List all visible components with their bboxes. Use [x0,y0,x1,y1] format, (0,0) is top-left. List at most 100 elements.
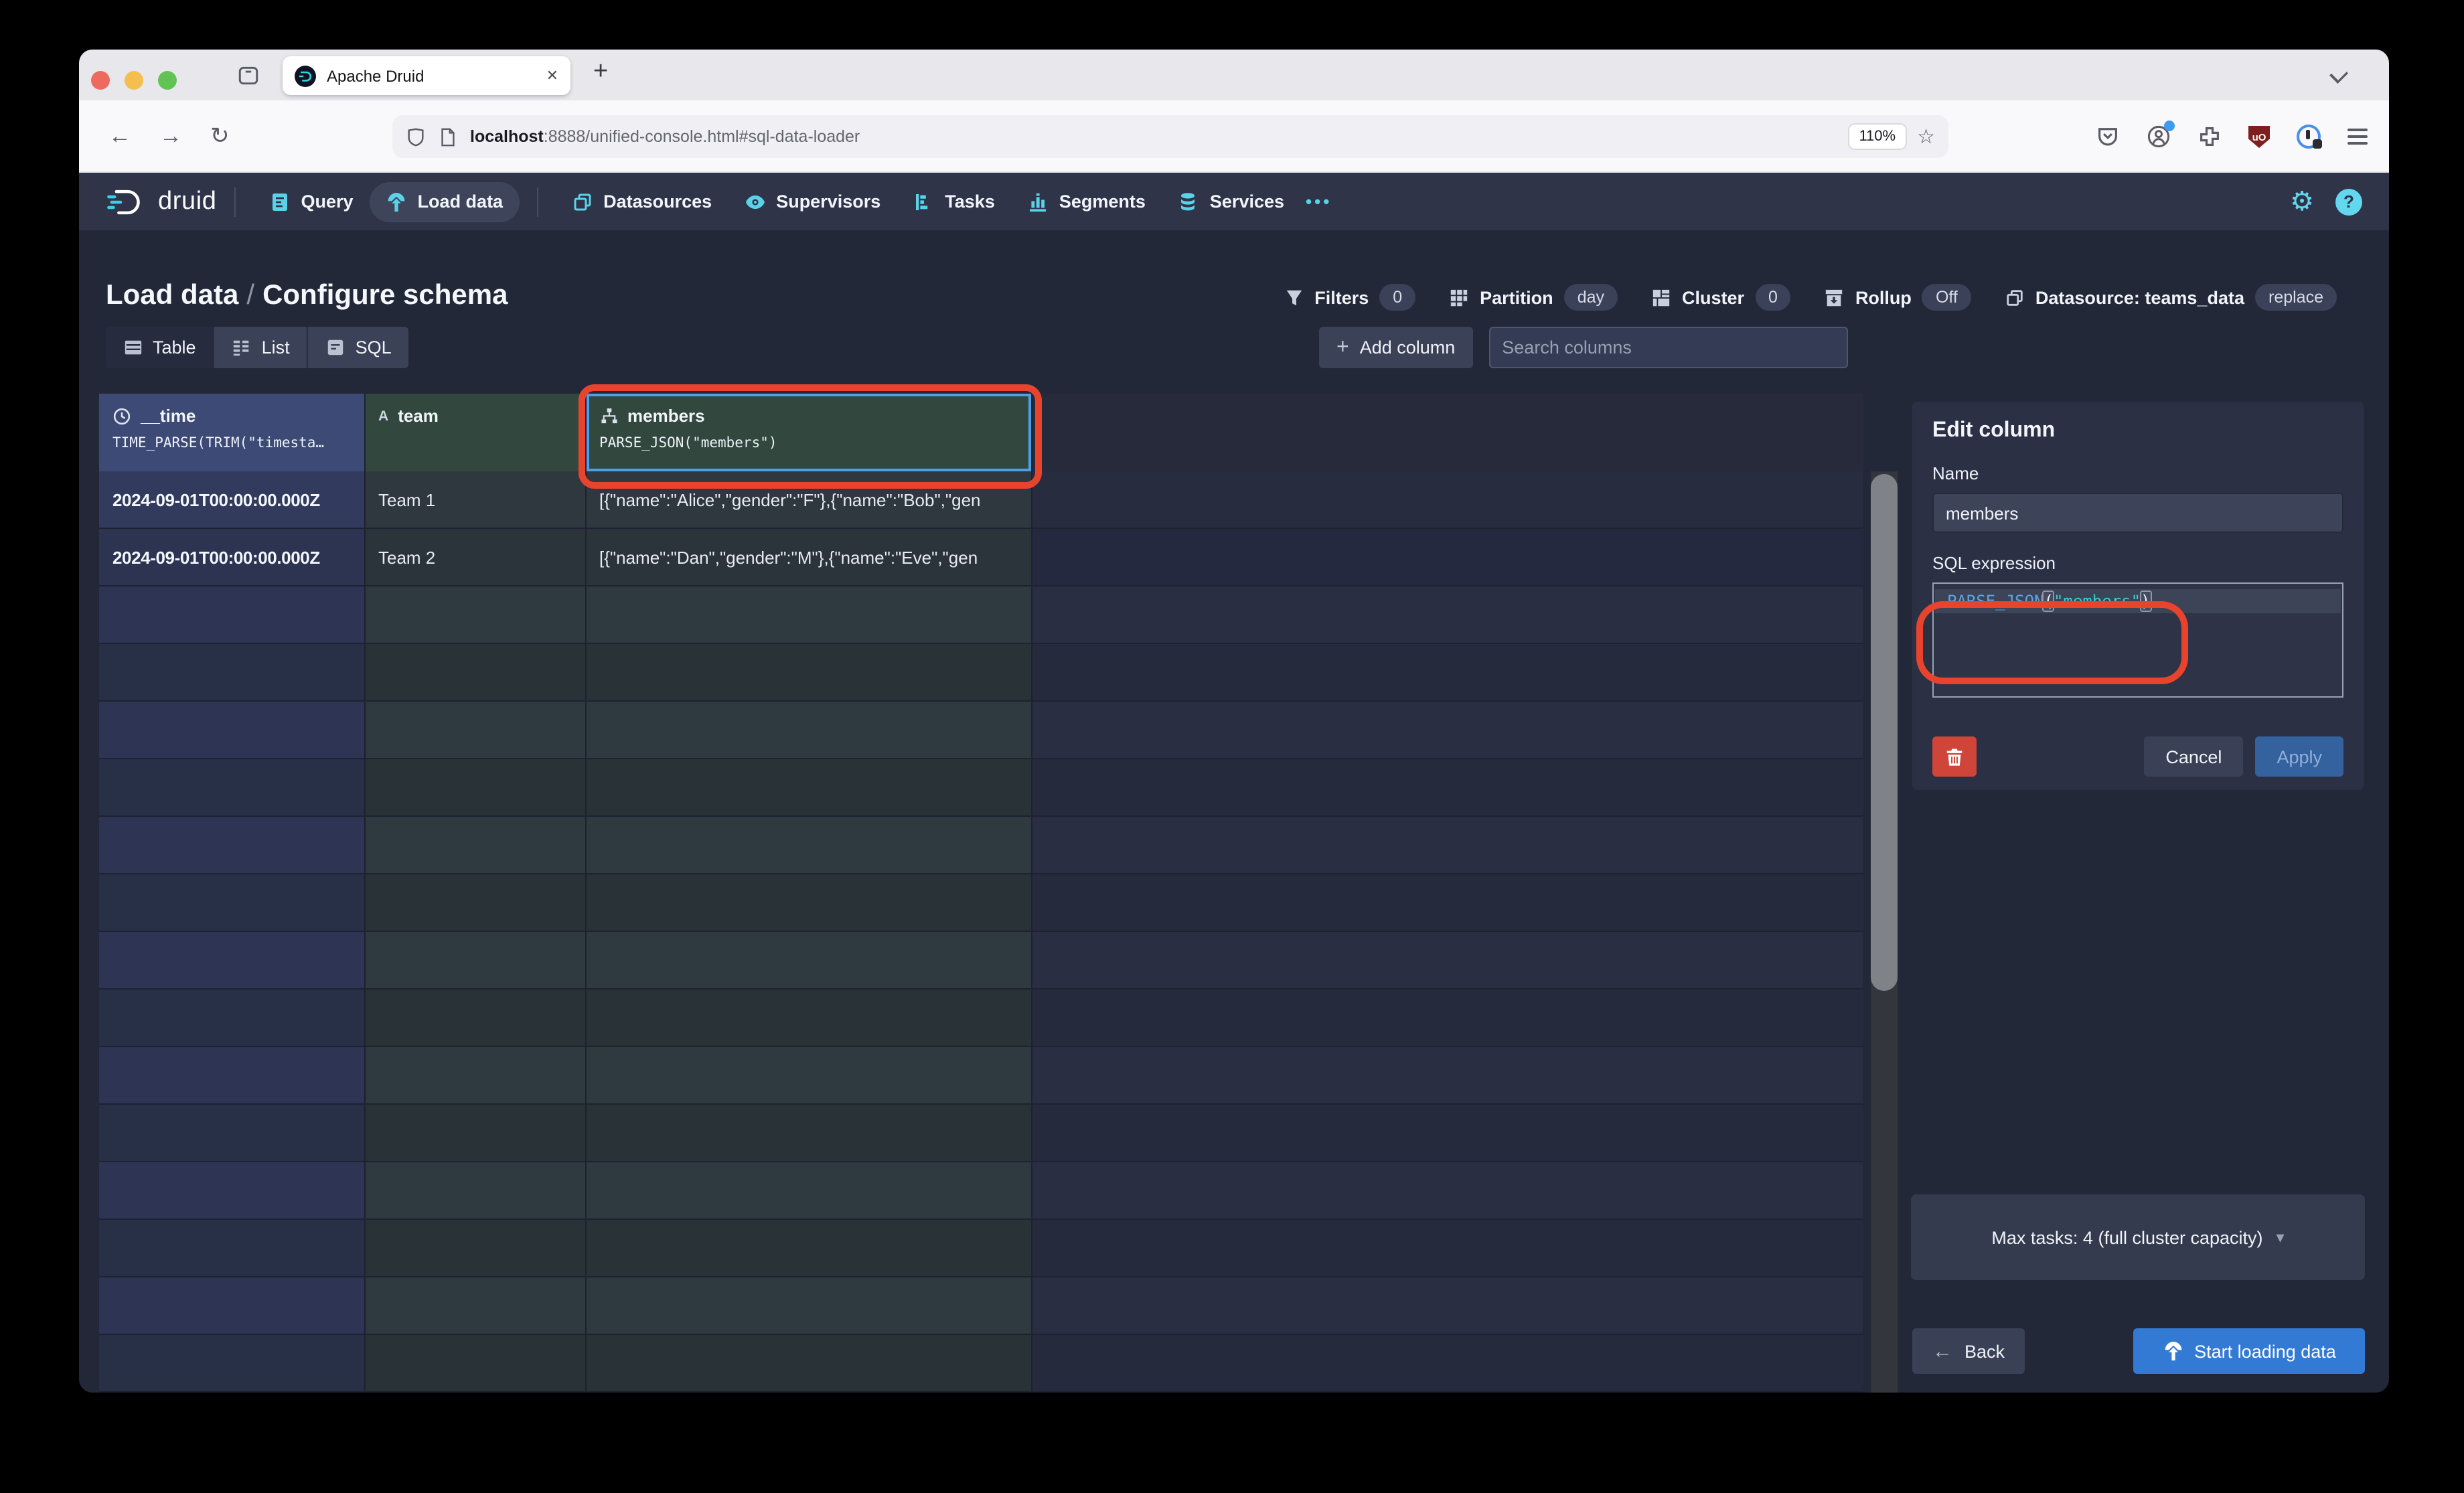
column-members: members PARSE_JSON("members") [{"name":"… [586,394,1032,1393]
clock-icon [112,406,131,425]
nav-item-segments[interactable]: Segments [1011,181,1162,222]
ublock-origin-icon[interactable]: uO [2248,125,2270,148]
help-icon[interactable]: ? [2335,188,2362,215]
plus-icon: + [1336,335,1349,360]
query-icon [269,191,291,212]
nav-label: Segments [1059,191,1146,212]
nav-item-tasks[interactable]: Tasks [897,181,1011,222]
view-table-button[interactable]: Table [106,327,215,368]
column-team: A team Team 1 Team 2 [365,394,586,1393]
cancel-button[interactable]: Cancel [2144,736,2243,777]
druid-logo-icon [106,187,146,216]
cluster-control[interactable]: Cluster 0 [1651,284,1791,311]
firefox-view-icon[interactable] [237,64,260,87]
druid-logo[interactable]: druid [106,187,217,216]
minimize-window-button[interactable] [125,71,143,90]
load-data-icon [386,191,407,212]
close-window-button[interactable] [91,71,110,90]
rollup-control[interactable]: Rollup Off [1825,284,1971,311]
caret-down-icon: ▾ [2277,1228,2285,1247]
table-cell[interactable]: Team 1 [365,471,586,529]
extensions-puzzle-icon[interactable] [2198,125,2222,149]
view-list-button[interactable]: List [215,327,309,368]
annotation-sql-expression [1916,601,2188,684]
url-host: localhost [470,127,544,146]
view-label: Table [153,337,196,358]
url-bar[interactable]: localhost:8888/unified-console.html#sql-… [392,115,1948,158]
bookmark-star-icon[interactable]: ☆ [1917,125,1935,149]
page-title-prefix: Load data [106,280,238,311]
column-header-time[interactable]: __time TIME_PARSE(TRIM("timesta… [99,394,365,471]
new-tab-button[interactable]: + [593,58,608,87]
maximize-window-button[interactable] [158,71,177,90]
nav-item-query[interactable]: Query [253,181,370,222]
nav-more-button[interactable]: ••• [1306,191,1332,212]
delete-column-button[interactable] [1932,736,1977,777]
add-column-button[interactable]: + Add column [1319,327,1472,368]
datasource-control[interactable]: Datasource: teams_data replace [2005,284,2337,311]
list-view-icon [232,337,252,358]
table-cell[interactable]: 2024-09-01T00:00:00.000Z [99,529,365,586]
shield-icon[interactable] [406,127,426,147]
view-sql-button[interactable]: SQL [309,327,409,368]
nav-divider [536,187,538,216]
nav-item-datasources[interactable]: Datasources [555,181,728,222]
nav-label: Load data [418,191,504,212]
start-loading-data-button[interactable]: Start loading data [2133,1328,2365,1374]
column-name: team [398,406,439,426]
search-columns-input[interactable] [1488,327,1847,368]
control-label: Rollup [1855,287,1912,307]
page-info-icon[interactable] [438,127,458,147]
zoom-level-badge[interactable]: 110% [1849,125,1905,149]
rollup-badge: Off [1922,284,1971,311]
page-title: Load data/Configure schema [106,280,508,312]
max-tasks-dropdown[interactable]: Max tasks: 4 (full cluster capacity) ▾ [1911,1194,2365,1280]
onepassword-icon[interactable] [2297,125,2321,149]
partition-badge: day [1564,284,1618,311]
back-label: Back [1965,1341,2005,1361]
control-label: Partition [1480,287,1553,307]
segments-icon [1027,191,1049,212]
nav-item-load-data[interactable]: Load data [370,181,520,222]
back-icon[interactable]: ← [108,123,131,150]
tab-close-icon[interactable]: ✕ [546,67,558,84]
table-cell[interactable]: Team 2 [365,529,586,586]
url-path: :8888/unified-console.html#sql-data-load… [544,127,860,146]
cluster-badge: 0 [1755,284,1791,311]
menu-icon[interactable] [2347,129,2368,145]
browser-window: Apache Druid ✕ + ← → ↻ localhost:8888/un… [79,50,2389,1393]
nav-item-supervisors[interactable]: Supervisors [728,181,897,222]
edit-column-title: Edit column [1932,419,2343,443]
column-name-input[interactable] [1932,493,2343,533]
app-nav-right: ⚙ ? [2290,188,2362,215]
reload-icon[interactable]: ↻ [210,123,230,150]
list-tabs-chevron-icon[interactable] [2329,65,2348,84]
forward-icon[interactable]: → [159,123,182,150]
view-label: SQL [356,337,392,358]
partition-control[interactable]: Partition day [1449,284,1618,311]
datasource-badge: replace [2255,284,2337,311]
start-loading-icon [2162,1340,2183,1362]
nav-label: Tasks [945,191,995,212]
cluster-grid-icon [1651,287,1671,307]
column-header-team[interactable]: A team [365,394,586,471]
column-name: __time [141,406,196,426]
nav-item-services[interactable]: Services [1162,181,1300,222]
table-cell-empty [1032,471,1862,529]
max-tasks-label: Max tasks: 4 (full cluster capacity) [1991,1227,2262,1247]
url-text[interactable]: localhost:8888/unified-console.html#sql-… [470,127,860,146]
table-cell[interactable]: [{"name":"Dan","gender":"M"},{"name":"Ev… [586,529,1032,586]
view-toggle-group: Table List SQL [106,327,409,368]
apply-button[interactable]: Apply [2255,736,2343,777]
table-cell[interactable]: 2024-09-01T00:00:00.000Z [99,471,365,529]
empty-rows [586,586,1032,1393]
page-title-separator: / [238,280,262,311]
back-button[interactable]: ← Back [1912,1328,2025,1374]
table-view-icon [123,337,143,358]
table-scrollbar-thumb[interactable] [1871,474,1898,991]
account-icon[interactable] [2147,125,2171,149]
pocket-icon[interactable] [2096,125,2120,149]
browser-tab[interactable]: Apache Druid ✕ [283,56,570,95]
settings-gear-icon[interactable]: ⚙ [2290,188,2314,215]
filters-control[interactable]: Filters 0 [1284,284,1415,311]
